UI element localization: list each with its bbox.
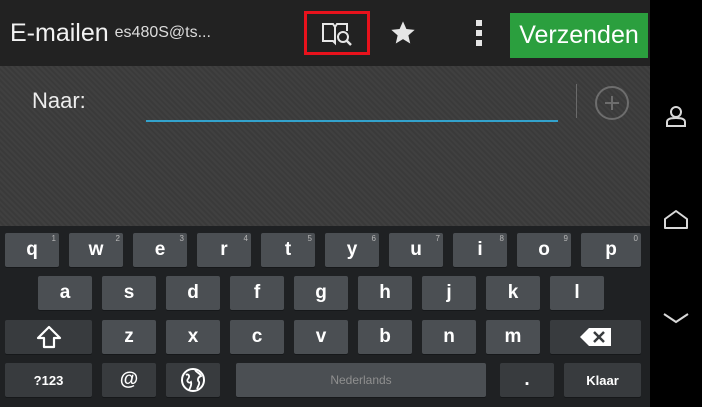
key-label: i — [477, 239, 483, 260]
language-key[interactable] — [166, 363, 220, 397]
key-g[interactable]: g — [294, 276, 348, 310]
app-title-label: E-mailen — [10, 18, 109, 47]
recent-apps-icon — [664, 210, 688, 229]
key-label: r — [220, 239, 228, 260]
contacts-search-icon — [322, 23, 352, 46]
contacts-search-button[interactable] — [304, 11, 370, 55]
app-title[interactable]: E-mailen es480S@ts... — [10, 0, 211, 66]
key-m[interactable]: m — [486, 320, 540, 354]
favorite-button[interactable] — [370, 11, 436, 55]
key-l[interactable]: l — [550, 276, 604, 310]
recent-apps-button[interactable] — [660, 203, 692, 235]
key-label: e — [154, 239, 166, 260]
shift-key[interactable] — [5, 320, 92, 354]
key-d[interactable]: d — [166, 276, 220, 310]
key-v[interactable]: v — [294, 320, 348, 354]
key-label: p — [605, 239, 617, 260]
key-hint: 9 — [563, 234, 568, 243]
key-e[interactable]: e3 — [133, 233, 187, 267]
star-icon — [391, 21, 415, 44]
key-n[interactable]: n — [422, 320, 476, 354]
key-label: o — [538, 239, 550, 260]
to-field[interactable] — [146, 80, 558, 122]
key-label: t — [284, 239, 292, 260]
key-hint: 3 — [179, 234, 184, 243]
key-t[interactable]: t5 — [261, 233, 315, 267]
key-label: u — [410, 239, 422, 260]
key-label: y — [346, 239, 358, 260]
send-button[interactable]: Verzenden — [510, 13, 648, 58]
action-bar: E-mailen es480S@ts... Verzenden — [0, 0, 650, 66]
on-screen-keyboard: q1 w2 e3 r4 t5 y6 u7 i8 o9 p0 a s d f g … — [0, 226, 650, 407]
home-button[interactable] — [660, 100, 692, 132]
key-f[interactable]: f — [230, 276, 284, 310]
overflow-menu-icon — [476, 20, 482, 46]
at-key[interactable]: @ — [102, 363, 156, 397]
compose-area: Naar: — [0, 66, 650, 226]
field-divider — [576, 84, 577, 118]
key-hint: 0 — [633, 234, 638, 243]
account-label: es480S@ts... — [114, 24, 211, 41]
key-x[interactable]: x — [166, 320, 220, 354]
key-s[interactable]: s — [102, 276, 156, 310]
period-key[interactable]: . — [500, 363, 554, 397]
navigation-bar — [650, 0, 702, 407]
email-compose-screen: E-mailen es480S@ts... Verzenden Naar: q … — [0, 0, 650, 407]
to-label: Naar: — [32, 88, 86, 113]
shift-icon — [36, 325, 61, 349]
key-label: w — [88, 239, 104, 260]
key-w[interactable]: w2 — [69, 233, 123, 267]
backspace-key[interactable] — [550, 320, 641, 354]
key-hint: 4 — [243, 234, 248, 243]
back-icon — [663, 313, 689, 324]
key-b[interactable]: b — [358, 320, 412, 354]
key-y[interactable]: y6 — [325, 233, 379, 267]
done-key[interactable]: Klaar — [564, 363, 641, 397]
symbols-key[interactable]: ?123 — [5, 363, 92, 397]
key-hint: 2 — [115, 234, 120, 243]
key-hint: 8 — [499, 234, 504, 243]
key-hint: 6 — [371, 234, 376, 243]
key-hint: 7 — [435, 234, 440, 243]
key-i[interactable]: i8 — [453, 233, 507, 267]
backspace-icon — [579, 328, 611, 346]
home-icon — [666, 106, 686, 127]
key-z[interactable]: z — [102, 320, 156, 354]
key-c[interactable]: c — [230, 320, 284, 354]
key-k[interactable]: k — [486, 276, 540, 310]
key-hint: 1 — [51, 234, 56, 243]
back-button[interactable] — [660, 302, 692, 334]
key-label: q — [26, 239, 38, 260]
key-u[interactable]: u7 — [389, 233, 443, 267]
key-q[interactable]: q1 — [5, 233, 59, 267]
key-a[interactable]: a — [38, 276, 92, 310]
key-hint: 5 — [307, 234, 312, 243]
key-p[interactable]: p0 — [581, 233, 641, 267]
globe-icon — [181, 368, 205, 392]
space-bar[interactable]: Nederlands — [236, 363, 486, 397]
key-h[interactable]: h — [358, 276, 412, 310]
add-recipient-button[interactable] — [595, 86, 629, 120]
key-o[interactable]: o9 — [517, 233, 571, 267]
key-r[interactable]: r4 — [197, 233, 251, 267]
plus-circle-icon — [605, 96, 619, 110]
overflow-menu-button[interactable] — [446, 11, 512, 55]
key-j[interactable]: j — [422, 276, 476, 310]
